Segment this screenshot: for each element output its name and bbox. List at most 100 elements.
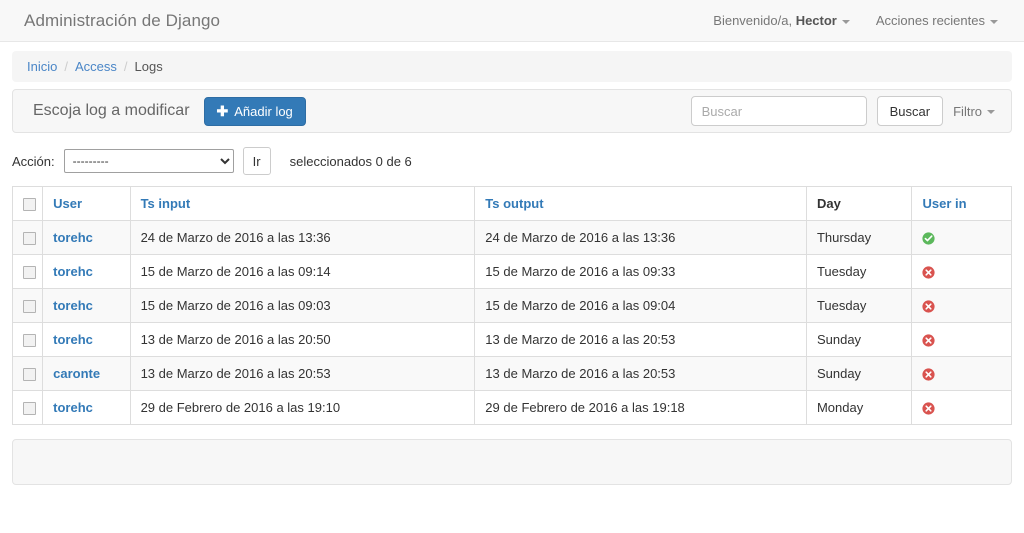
filter-label: Filtro <box>953 103 982 119</box>
table-body: torehc 24 de Marzo de 2016 a las 13:36 2… <box>12 220 1012 426</box>
panel-header: Escoja log a modificar ✚ Añadir log Busc… <box>12 89 1012 133</box>
cell-user-in <box>911 322 1012 358</box>
navbar-right-menu: Bienvenido/a, Hector Acciones recientes <box>713 13 998 28</box>
column-header-select-all <box>12 186 44 222</box>
cell-user: torehc <box>42 288 131 324</box>
cell-user: torehc <box>42 322 131 358</box>
user-link[interactable]: torehc <box>53 332 93 347</box>
results-table-container: User Ts input Ts output Day User in tore… <box>0 175 1024 426</box>
cell-ts-output: 24 de Marzo de 2016 a las 13:36 <box>474 220 807 256</box>
row-select-cell <box>12 390 44 426</box>
row-checkbox[interactable] <box>23 368 36 382</box>
cross-circle-icon <box>922 402 936 415</box>
cell-ts-output: 15 de Marzo de 2016 a las 09:04 <box>474 288 807 324</box>
cell-ts-output: 13 de Marzo de 2016 a las 20:53 <box>474 322 807 358</box>
table-row[interactable]: torehc 24 de Marzo de 2016 a las 13:36 2… <box>12 220 1012 256</box>
column-header-user[interactable]: User <box>42 186 131 222</box>
add-log-button-label: Añadir log <box>234 103 293 119</box>
check-circle-icon <box>922 232 936 245</box>
cell-day: Thursday <box>806 220 913 256</box>
action-label: Acción: <box>12 153 55 169</box>
table-row[interactable]: torehc 29 de Febrero de 2016 a las 19:10… <box>12 390 1012 426</box>
row-select-cell <box>12 254 44 290</box>
filter-dropdown[interactable]: Filtro <box>953 104 997 119</box>
column-header-ts-input[interactable]: Ts input <box>130 186 476 222</box>
breadcrumb-container: Inicio / Access / Logs <box>0 42 1024 82</box>
row-checkbox[interactable] <box>23 266 36 280</box>
cell-user: caronte <box>42 356 131 392</box>
search-area: Buscar Filtro <box>690 96 997 126</box>
cell-day: Tuesday <box>806 254 913 290</box>
page-title: Escoja log a modificar <box>33 102 190 119</box>
cell-user: torehc <box>42 220 131 256</box>
search-input[interactable] <box>690 96 867 126</box>
site-brand[interactable]: Administración de Django <box>24 11 220 31</box>
selection-count: seleccionados 0 de 6 <box>289 153 412 169</box>
panel-header-container: Escoja log a modificar ✚ Añadir log Busc… <box>0 82 1024 133</box>
add-log-button[interactable]: ✚ Añadir log <box>203 96 306 126</box>
cell-day: Sunday <box>806 356 913 392</box>
cell-ts-output: 15 de Marzo de 2016 a las 09:33 <box>474 254 807 290</box>
breadcrumb-app[interactable]: Access <box>75 59 117 74</box>
row-checkbox[interactable] <box>23 334 36 348</box>
cell-day: Sunday <box>806 322 913 358</box>
user-link[interactable]: torehc <box>53 264 93 279</box>
table-row[interactable]: torehc 13 de Marzo de 2016 a las 20:50 1… <box>12 322 1012 358</box>
cross-circle-icon <box>922 334 936 347</box>
cell-user-in <box>911 220 1012 256</box>
results-table: User Ts input Ts output Day User in tore… <box>12 186 1012 426</box>
breadcrumb-separator: / <box>64 59 68 74</box>
cell-ts-input: 24 de Marzo de 2016 a las 13:36 <box>130 220 476 256</box>
recent-actions-menu[interactable]: Acciones recientes <box>876 13 998 28</box>
chevron-down-icon <box>990 19 998 24</box>
chevron-down-icon <box>841 19 850 24</box>
cell-user: torehc <box>42 254 131 290</box>
cell-ts-output: 29 de Febrero de 2016 a las 19:18 <box>474 390 807 426</box>
cell-ts-input: 29 de Febrero de 2016 a las 19:10 <box>130 390 476 426</box>
row-select-cell <box>12 322 44 358</box>
row-select-cell <box>12 356 44 392</box>
pagination-container <box>0 425 1024 486</box>
cross-circle-icon <box>922 266 936 279</box>
row-checkbox[interactable] <box>23 232 36 246</box>
cell-ts-input: 13 de Marzo de 2016 a las 20:53 <box>130 356 476 392</box>
column-header-user-in[interactable]: User in <box>911 186 1012 222</box>
pagination-panel <box>12 439 1012 486</box>
cell-ts-output: 13 de Marzo de 2016 a las 20:53 <box>474 356 807 392</box>
cell-user-in <box>911 356 1012 392</box>
breadcrumb-home[interactable]: Inicio <box>27 59 57 74</box>
cell-day: Tuesday <box>806 288 913 324</box>
row-checkbox[interactable] <box>23 300 36 314</box>
column-header-day: Day <box>806 186 913 222</box>
recent-actions-label: Acciones recientes <box>875 13 985 28</box>
user-link[interactable]: caronte <box>53 366 100 381</box>
user-menu[interactable]: Bienvenido/a, Hector <box>713 13 850 28</box>
table-header-row: User Ts input Ts output Day User in <box>12 186 1012 222</box>
cross-circle-icon <box>922 368 936 381</box>
cell-user-in <box>911 288 1012 324</box>
table-row[interactable]: torehc 15 de Marzo de 2016 a las 09:03 1… <box>12 288 1012 324</box>
search-button[interactable]: Buscar <box>876 96 944 126</box>
top-navbar: Administración de Django Bienvenido/a, H… <box>0 0 1024 42</box>
action-select[interactable]: --------- <box>63 149 234 173</box>
cell-ts-input: 15 de Marzo de 2016 a las 09:03 <box>130 288 476 324</box>
cross-circle-icon <box>922 300 936 313</box>
cell-user: torehc <box>42 390 131 426</box>
cell-user-in <box>911 390 1012 426</box>
select-all-checkbox[interactable] <box>23 198 36 212</box>
breadcrumb-current: Logs <box>134 59 163 74</box>
welcome-prefix: Bienvenido/a, <box>713 13 796 28</box>
user-link[interactable]: torehc <box>53 298 93 313</box>
column-header-ts-output[interactable]: Ts output <box>474 186 807 222</box>
row-select-cell <box>12 288 44 324</box>
cell-ts-input: 13 de Marzo de 2016 a las 20:50 <box>130 322 476 358</box>
row-checkbox[interactable] <box>23 402 36 416</box>
action-go-button[interactable]: Ir <box>242 147 271 175</box>
welcome-username: Hector <box>795 13 837 28</box>
user-link[interactable]: torehc <box>53 230 93 245</box>
user-link[interactable]: torehc <box>53 400 93 415</box>
chevron-down-icon <box>987 110 995 115</box>
cell-user-in <box>911 254 1012 290</box>
table-row[interactable]: torehc 15 de Marzo de 2016 a las 09:14 1… <box>12 254 1012 290</box>
table-row[interactable]: caronte 13 de Marzo de 2016 a las 20:53 … <box>12 356 1012 392</box>
